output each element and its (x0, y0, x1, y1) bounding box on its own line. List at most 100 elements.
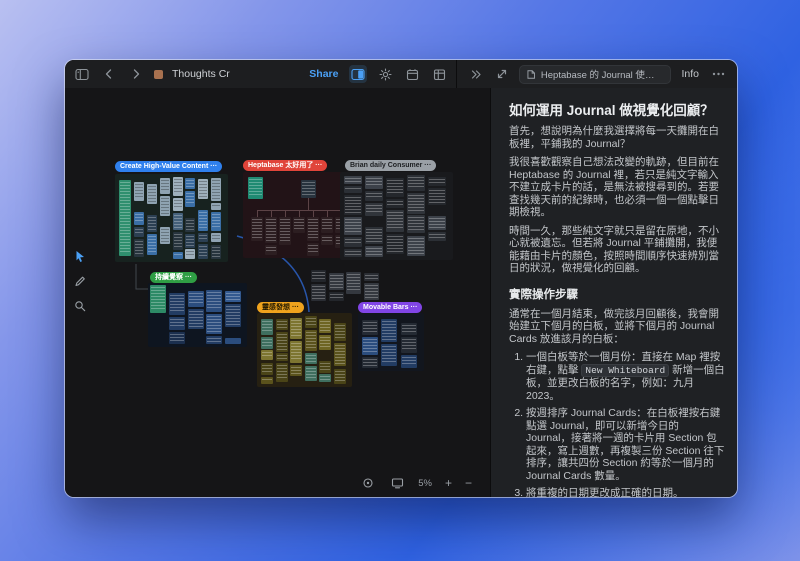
mini-card (173, 213, 183, 230)
connector-line (327, 210, 328, 217)
connector-line (308, 198, 309, 210)
card-panel[interactable]: 如何運用 Journal 做視覺化回顧？首先，想說明為什麼我選擇將每一天攤開在白… (490, 88, 737, 497)
mini-card (134, 182, 144, 201)
whiteboard-pill[interactable]: Brian daily Consumer ··· (345, 160, 436, 171)
settings-gear-icon[interactable] (376, 65, 394, 83)
mini-card (261, 337, 273, 349)
mini-card (386, 178, 404, 197)
mini-card (305, 366, 317, 381)
mini-card (344, 176, 362, 184)
mini-card (160, 196, 170, 216)
section-heading: 實際操作步驟 (509, 286, 725, 302)
mini-card (265, 245, 277, 255)
mini-card (276, 332, 288, 352)
mini-card (311, 270, 326, 282)
whiteboard-pill[interactable]: 靈感發想 ··· (257, 302, 304, 313)
mini-card (428, 177, 446, 186)
mini-card (261, 350, 273, 360)
info-button[interactable]: Info (679, 68, 701, 80)
mini-card (119, 180, 131, 256)
mini-card (407, 175, 425, 191)
forward-button[interactable] (127, 65, 145, 83)
mini-card (344, 186, 362, 193)
whiteboard-preview[interactable] (358, 313, 424, 371)
inline-code: New Whiteboard (581, 364, 669, 377)
zoom-out-button[interactable]: − (465, 478, 472, 488)
whiteboard-preview[interactable] (148, 283, 247, 347)
mini-card (265, 217, 277, 243)
document-icon (527, 69, 535, 80)
mini-card (381, 344, 397, 366)
mini-card (279, 217, 291, 245)
paragraph: 我很喜歡觀察自己想法改變的軌跡，但目前在 Heptabase 的 Journal… (509, 156, 725, 219)
map-canvas[interactable]: Create High-Value Content ··· Heptabase 太… (65, 88, 490, 497)
card-tab[interactable]: Heptabase 的 Journal 使用方... (519, 65, 671, 84)
expand-icon[interactable] (493, 65, 511, 83)
card-tab-title: Heptabase 的 Journal 使用方... (541, 67, 664, 81)
search-tool-icon[interactable] (72, 298, 88, 314)
mini-card (305, 330, 317, 351)
pen-tool-icon[interactable] (72, 273, 88, 289)
mini-card (206, 290, 222, 312)
mini-card (334, 343, 346, 366)
mini-card (305, 353, 317, 364)
mini-card (319, 319, 331, 333)
connector-line (271, 210, 272, 217)
mini-card (173, 198, 183, 211)
whiteboard-pill[interactable]: 持續覺察 ··· (150, 272, 197, 283)
whiteboard-preview[interactable] (243, 172, 355, 258)
mini-card (173, 232, 183, 250)
mini-card (365, 203, 383, 216)
mini-card (173, 177, 183, 196)
whiteboard-preview[interactable] (307, 266, 385, 304)
mini-card (319, 374, 331, 382)
mini-card (185, 178, 195, 189)
mini-card (211, 233, 221, 242)
paragraph: 首先，想說明為什麼我選擇將每一天攤開在白板裡，平鋪我的 Journal？ (509, 125, 725, 150)
mini-card (428, 232, 446, 241)
tool-rail (71, 248, 89, 314)
select-tool-icon[interactable] (72, 248, 88, 264)
step-item: 按週排序 Journal Cards：在白板裡按右鍵點選 Journal，即可以… (526, 407, 725, 482)
connector-line (285, 210, 286, 217)
steps-list: 一個白板等於一個月份：直接在 Map 裡按右鍵，點擊 New Whiteboar… (509, 351, 725, 497)
split-view-icon[interactable] (349, 65, 367, 83)
mini-card (321, 235, 333, 245)
mini-card (365, 246, 383, 257)
more-options-icon[interactable] (709, 65, 727, 83)
calendar-icon[interactable] (403, 65, 421, 83)
presentation-icon[interactable] (389, 475, 405, 491)
mini-card (344, 237, 362, 247)
share-button[interactable]: Share (307, 68, 340, 80)
mini-card (185, 249, 195, 259)
article: 如何運用 Journal 做視覺化回顧？首先，想說明為什麼我選擇將每一天攤開在白… (491, 88, 737, 497)
whiteboard-preview[interactable] (115, 174, 228, 262)
mini-card (428, 188, 446, 205)
connector-line (313, 210, 314, 217)
whiteboard-pill[interactable]: Heptabase 太好用了 ··· (243, 160, 327, 171)
whiteboard-preview[interactable] (257, 313, 352, 387)
mini-card (365, 176, 383, 189)
collapse-panel-icon[interactable] (467, 65, 485, 83)
whiteboard-pill[interactable]: Movable Bars ··· (358, 302, 422, 313)
zoom-in-button[interactable]: + (445, 478, 452, 488)
mini-card (344, 217, 362, 235)
mini-card (321, 217, 333, 233)
zoom-level[interactable]: 5% (418, 478, 432, 489)
mini-card (150, 285, 166, 313)
whiteboard-pill[interactable]: Create High-Value Content ··· (115, 161, 222, 172)
mini-card (147, 184, 157, 204)
locate-icon[interactable] (360, 475, 376, 491)
window-title: Thoughts Cr (172, 68, 230, 80)
back-button[interactable] (100, 65, 118, 83)
mini-card (401, 337, 417, 353)
table-view-icon[interactable] (430, 65, 448, 83)
zoom-controls: 5% + − (360, 475, 472, 491)
sidebar-toggle-icon[interactable] (73, 65, 91, 83)
mini-card (381, 319, 397, 342)
mini-card (211, 203, 221, 210)
mini-card (311, 284, 326, 301)
mini-card (211, 245, 221, 259)
mini-card (211, 212, 221, 231)
whiteboard-preview[interactable] (340, 172, 453, 260)
